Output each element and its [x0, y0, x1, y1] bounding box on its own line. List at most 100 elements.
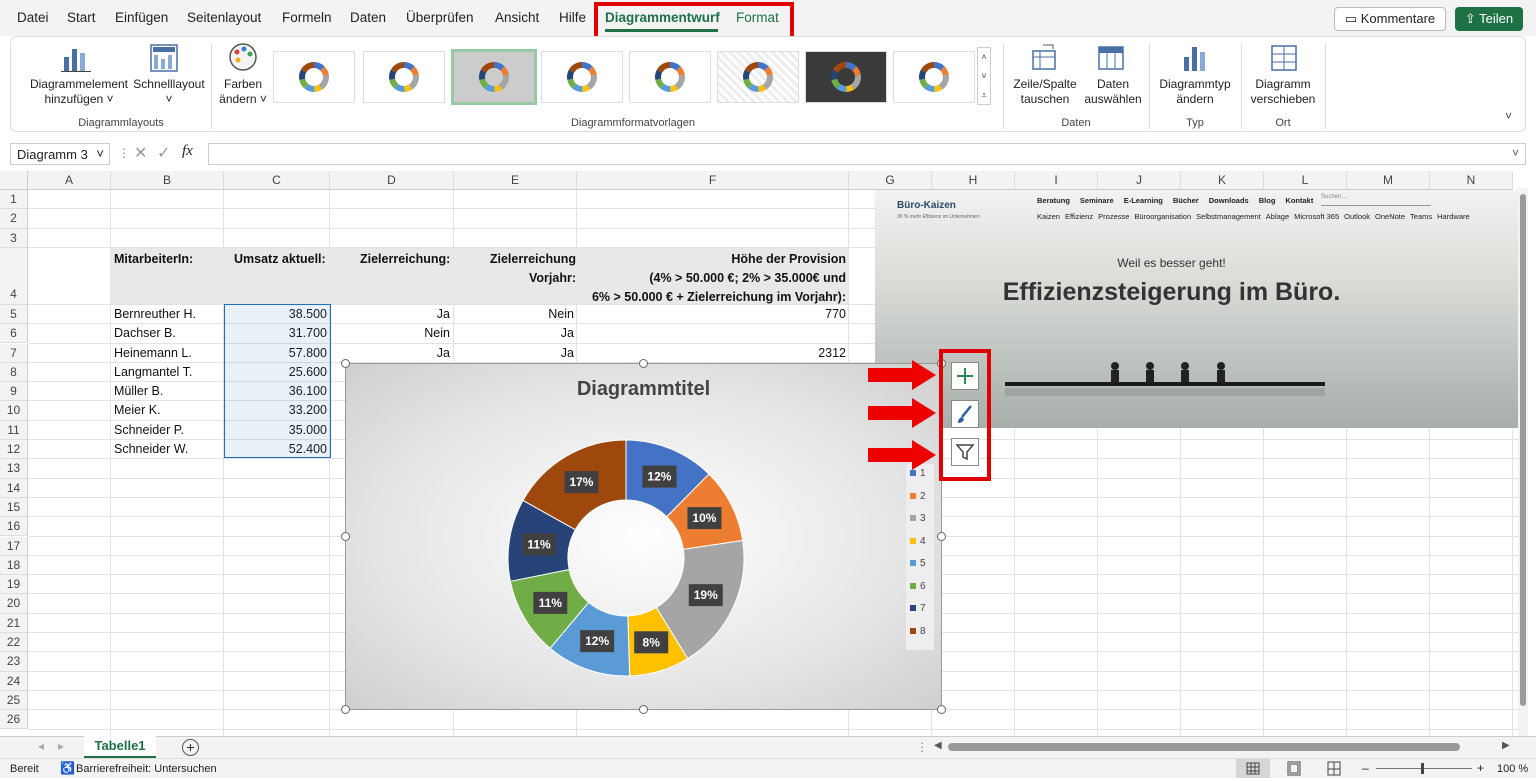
column-header[interactable]: N: [1430, 171, 1513, 190]
chart-legend[interactable]: 12345678: [906, 464, 934, 650]
chart-filters-button[interactable]: [951, 438, 979, 466]
scroll-left-icon[interactable]: ◀: [934, 740, 942, 751]
accessibility-icon[interactable]: ♿: [60, 761, 75, 775]
header-target-prev[interactable]: Zielerreichung Vorjahr:: [456, 250, 576, 288]
cell-target-prev[interactable]: Ja: [456, 346, 574, 360]
zoom-in-icon[interactable]: +: [1477, 761, 1484, 775]
legend-entry[interactable]: 2: [910, 491, 926, 502]
cell-target-prev[interactable]: Ja: [456, 326, 574, 340]
share-button[interactable]: ⇪ Teilen: [1455, 7, 1523, 31]
row-header[interactable]: 6: [0, 324, 28, 344]
data-label[interactable]: 8%: [634, 631, 669, 654]
data-label[interactable]: 17%: [564, 471, 599, 494]
row-header[interactable]: 12: [0, 440, 28, 460]
menu-hilfe[interactable]: Hilfe: [559, 10, 586, 25]
row-header[interactable]: 4: [0, 247, 28, 305]
page-break-view-icon[interactable]: [1326, 761, 1342, 776]
menu-ansicht[interactable]: Ansicht: [495, 10, 539, 25]
data-label[interactable]: 12%: [580, 630, 615, 653]
menu-start[interactable]: Start: [67, 10, 96, 25]
resize-handle[interactable]: [341, 532, 350, 541]
tab-diagrammentwurf[interactable]: Diagrammentwurf: [605, 10, 720, 25]
move-chart-button[interactable]: Diagramm verschieben: [1245, 77, 1321, 107]
row-header[interactable]: 7: [0, 343, 28, 363]
switch-row-column-button[interactable]: Zeile/Spalte tauschen: [1007, 77, 1083, 107]
menu-ueberpruefen[interactable]: Überprüfen: [406, 10, 474, 25]
menu-daten[interactable]: Daten: [350, 10, 386, 25]
legend-entry[interactable]: 6: [910, 581, 926, 592]
row-header[interactable]: 15: [0, 497, 28, 518]
row-header[interactable]: 3: [0, 228, 28, 248]
header-commission[interactable]: Höhe der Provision (4% > 50.000 €; 2% > 3…: [580, 250, 846, 307]
add-chart-element-button[interactable]: Diagrammelement hinzufügen ˅: [21, 77, 137, 107]
column-header[interactable]: B: [111, 171, 224, 190]
cell-employee[interactable]: Müller B.: [114, 384, 224, 398]
data-label[interactable]: 11%: [522, 533, 557, 556]
column-header[interactable]: D: [330, 171, 454, 190]
menu-seitenlayout[interactable]: Seitenlayout: [187, 10, 261, 25]
row-header[interactable]: 18: [0, 555, 28, 576]
sheet-tab-tabelle1[interactable]: Tabelle1: [84, 736, 156, 758]
row-header[interactable]: 14: [0, 478, 28, 498]
cell-employee[interactable]: Schneider W.: [114, 442, 224, 456]
doughnut-plot[interactable]: 12% 10% 19% 8% 12% 11% 11% 17%: [496, 428, 756, 688]
legend-entry[interactable]: 8: [910, 626, 926, 637]
scroll-right-icon[interactable]: ▶: [1502, 740, 1510, 751]
data-label[interactable]: 19%: [688, 584, 723, 607]
menu-datei[interactable]: Datei: [17, 10, 49, 25]
resize-handle[interactable]: [341, 359, 350, 368]
legend-entry[interactable]: 4: [910, 536, 926, 547]
chart-elements-button[interactable]: [951, 362, 979, 390]
cell-commission[interactable]: 770: [580, 307, 846, 321]
column-header[interactable]: I: [1015, 171, 1098, 190]
zoom-out-icon[interactable]: –: [1362, 761, 1369, 775]
normal-view-button[interactable]: [1236, 759, 1270, 778]
column-header[interactable]: A: [28, 171, 111, 190]
horizontal-scroll-thumb[interactable]: [948, 743, 1460, 751]
cell-employee[interactable]: Langmantel T.: [114, 365, 224, 379]
formula-input[interactable]: ˅: [208, 143, 1526, 165]
name-box[interactable]: Diagramm 3 ˅: [10, 143, 110, 165]
column-header[interactable]: L: [1264, 171, 1347, 190]
row-header[interactable]: 21: [0, 613, 28, 633]
row-header[interactable]: 23: [0, 652, 28, 672]
row-header[interactable]: 9: [0, 382, 28, 402]
change-colors-button[interactable]: Farben ändern ˅: [215, 77, 271, 107]
zoom-slider-thumb[interactable]: [1421, 763, 1424, 774]
column-header[interactable]: C: [224, 171, 330, 190]
cell-target[interactable]: Nein: [332, 326, 450, 340]
add-sheet-icon[interactable]: +: [182, 739, 199, 756]
row-header[interactable]: 11: [0, 420, 28, 440]
row-header[interactable]: 25: [0, 690, 28, 711]
ribbon-collapse-icon[interactable]: ˅: [1505, 109, 1512, 123]
cancel-icon[interactable]: ✕: [134, 143, 147, 163]
doughnut-chart[interactable]: Diagrammtitel 12% 10% 19% 8% 12% 11% 11% 17% 12…: [345, 363, 942, 710]
row-header[interactable]: 17: [0, 536, 28, 556]
zoom-slider[interactable]: [1376, 768, 1472, 769]
legend-entry[interactable]: 7: [910, 603, 926, 614]
resize-handle[interactable]: [639, 359, 648, 368]
select-all-corner[interactable]: [0, 171, 28, 190]
gallery-scroll[interactable]: ˄ ˅ ⩡: [977, 47, 991, 105]
quick-layout-button[interactable]: Schnelllayout ˅: [131, 77, 207, 107]
vertical-scroll-thumb[interactable]: [1520, 194, 1526, 706]
comments-button[interactable]: ▭ Kommentare: [1334, 7, 1446, 31]
menu-formeln[interactable]: Formeln: [282, 10, 332, 25]
row-header[interactable]: 8: [0, 362, 28, 383]
row-header[interactable]: 16: [0, 517, 28, 537]
row-header[interactable]: 19: [0, 575, 28, 595]
cell-commission[interactable]: 2312: [580, 346, 846, 360]
row-header[interactable]: 22: [0, 633, 28, 653]
cell-employee[interactable]: Meier K.: [114, 403, 224, 417]
resize-handle[interactable]: [639, 705, 648, 714]
menu-einfuegen[interactable]: Einfügen: [115, 10, 168, 25]
header-employee[interactable]: MitarbeiterIn:: [114, 250, 193, 269]
column-header[interactable]: M: [1347, 171, 1430, 190]
row-header[interactable]: 10: [0, 401, 28, 421]
confirm-icon[interactable]: ✓: [157, 143, 170, 163]
row-header[interactable]: 2: [0, 209, 28, 229]
row-header[interactable]: 13: [0, 459, 28, 479]
chart-title[interactable]: Diagrammtitel: [346, 378, 941, 401]
data-label[interactable]: 11%: [533, 591, 568, 614]
row-header[interactable]: 5: [0, 304, 28, 325]
